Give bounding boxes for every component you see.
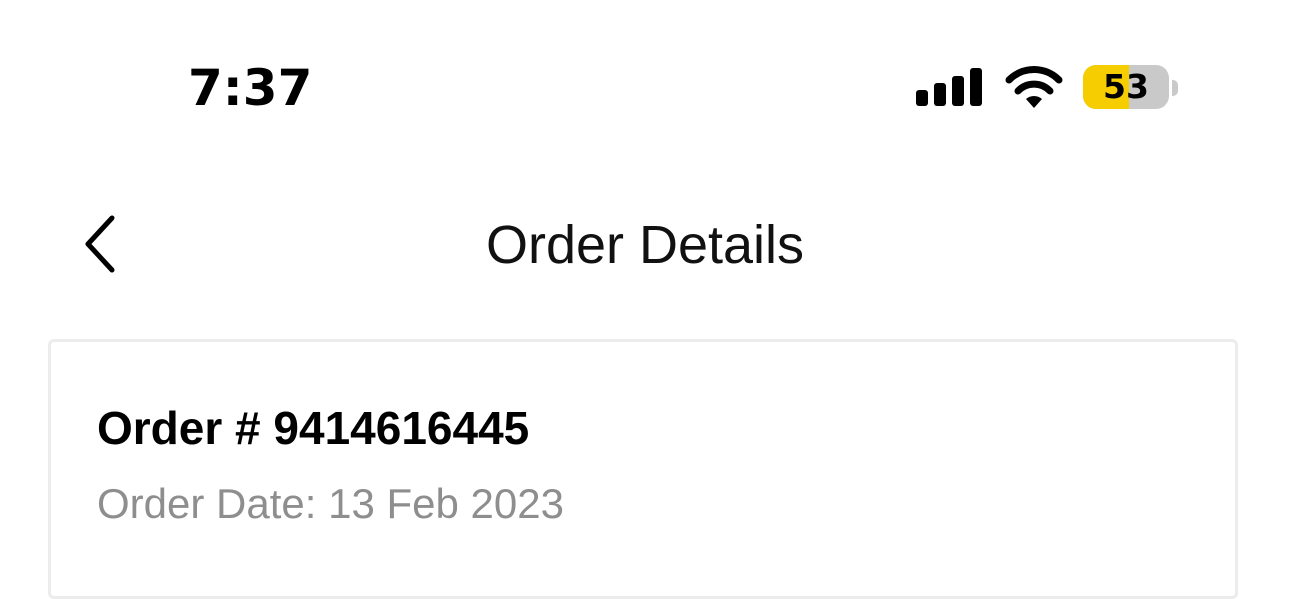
battery-icon: 53 xyxy=(1083,65,1169,109)
page-title: Order Details xyxy=(485,215,805,275)
order-date: Order Date: 13 Feb 2023 xyxy=(97,480,564,527)
cellular-signal-icon xyxy=(916,68,982,106)
wifi-icon xyxy=(1004,64,1064,108)
order-number: Order # 9414616445 xyxy=(97,402,530,454)
battery-nub xyxy=(1172,80,1178,96)
battery-level: 53 xyxy=(1103,67,1149,106)
order-card: Order # 9414616445 Order Date: 13 Feb 20… xyxy=(48,339,1238,599)
status-time: 7:37 xyxy=(188,59,313,117)
